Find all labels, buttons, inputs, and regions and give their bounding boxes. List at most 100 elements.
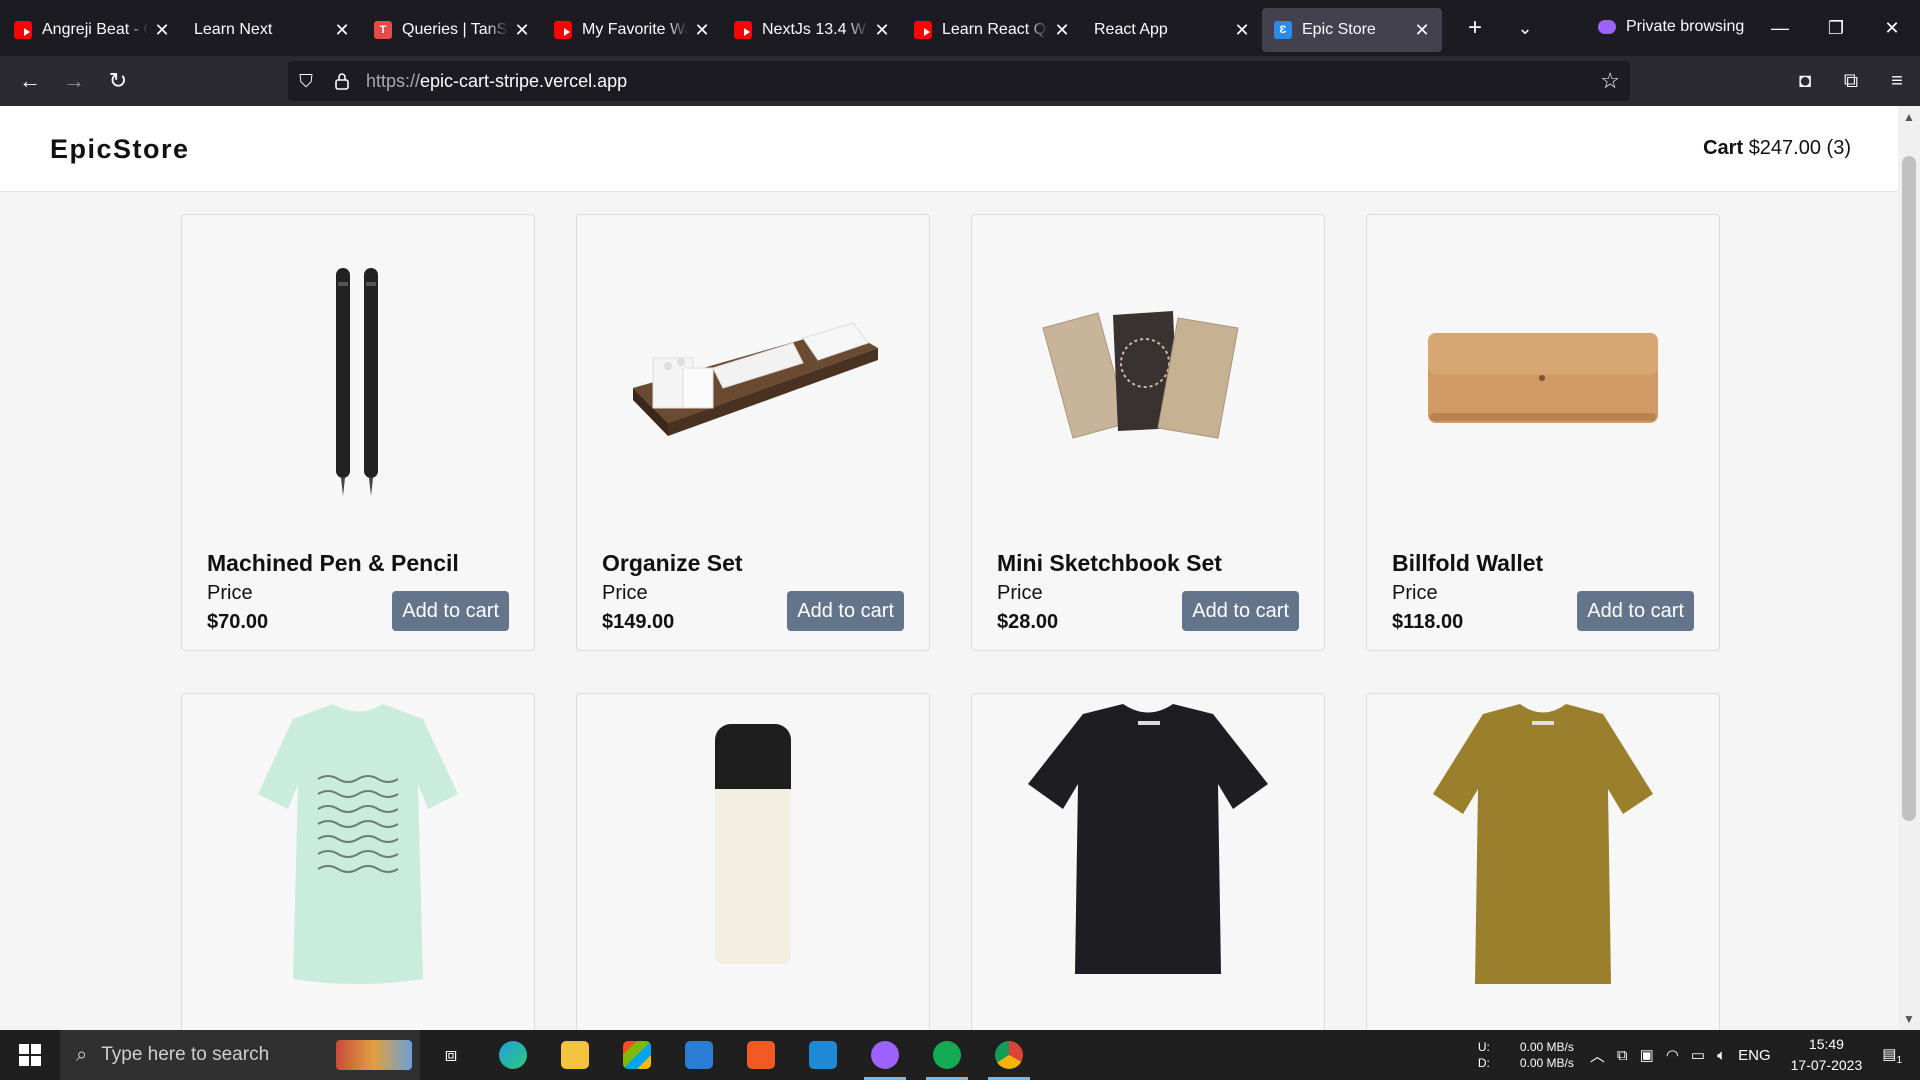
microsoft-store-icon[interactable] xyxy=(606,1030,668,1080)
pen-pencil-image xyxy=(182,215,534,540)
site-logo[interactable]: EpicStore xyxy=(50,134,190,165)
add-to-cart-button[interactable]: Add to cart xyxy=(1577,591,1694,631)
add-to-cart-button[interactable]: Add to cart xyxy=(1182,591,1299,631)
extensions-icon[interactable]: ⧉ xyxy=(1828,70,1874,93)
product-price: $28.00 xyxy=(997,611,1059,633)
close-tab-icon[interactable]: ✕ xyxy=(1414,20,1430,41)
clock-time: 15:49 xyxy=(1808,1036,1844,1052)
tab-learn-react-query[interactable]: Learn React Que ✕ xyxy=(902,8,1082,52)
private-browsing-indicator: Private browsing xyxy=(1598,18,1744,36)
minimize-icon[interactable]: — xyxy=(1752,0,1808,56)
tab-epic-store[interactable]: Ɛ Epic Store ✕ xyxy=(1262,8,1442,52)
net-down: 0.00 MB/s xyxy=(1519,1056,1574,1070)
url-protocol: https:// xyxy=(366,70,421,91)
close-tab-icon[interactable]: ✕ xyxy=(154,20,170,41)
volume-icon[interactable]: 🔈︎ xyxy=(1717,1047,1726,1064)
product-name[interactable]: Machined Pen & Pencil xyxy=(207,550,459,577)
scrollbar-thumb[interactable] xyxy=(1902,156,1916,821)
price-label: Price xyxy=(1392,582,1438,604)
youtube-icon xyxy=(554,21,572,39)
scroll-down-icon[interactable]: ▼ xyxy=(1898,1012,1920,1026)
menu-icon[interactable]: ≡ xyxy=(1874,70,1920,93)
olive-tshirt-image xyxy=(1367,694,1719,994)
cart-label: Cart xyxy=(1703,137,1744,159)
chevron-up-icon[interactable]: ︿ xyxy=(1590,1045,1605,1066)
organizer-image xyxy=(577,215,929,540)
tab-title: NextJs 13.4 With xyxy=(762,21,868,38)
mail-icon[interactable] xyxy=(668,1030,730,1080)
brave-icon[interactable] xyxy=(730,1030,792,1080)
close-tab-icon[interactable]: ✕ xyxy=(1234,20,1250,41)
close-window-icon[interactable]: ✕ xyxy=(1864,0,1920,56)
bookmark-star-icon[interactable]: ☆ xyxy=(1600,68,1620,94)
address-bar[interactable]: ⛉ https://epic-cart-stripe.vercel.app ☆ xyxy=(288,61,1630,101)
vscode-icon[interactable] xyxy=(792,1030,854,1080)
youtube-icon xyxy=(734,21,752,39)
new-tab-icon[interactable]: + xyxy=(1450,14,1500,42)
language-indicator[interactable]: ENG xyxy=(1738,1047,1771,1064)
close-tab-icon[interactable]: ✕ xyxy=(1054,20,1070,41)
youtube-icon xyxy=(14,21,32,39)
private-mask-icon xyxy=(1598,20,1616,34)
tab-learn-next[interactable]: Learn Next ✕ xyxy=(182,8,362,52)
windows-taskbar: ⌕ Type here to search ⧈ U: 0.00 MB/s D: … xyxy=(0,1030,1920,1080)
taskbar-search[interactable]: ⌕ Type here to search xyxy=(60,1030,420,1080)
tab-title: Epic Store xyxy=(1302,21,1376,38)
file-explorer-icon[interactable] xyxy=(544,1030,606,1080)
net-up-label: U: xyxy=(1477,1040,1490,1054)
tab-angreji-beat[interactable]: Angreji Beat - G ✕ xyxy=(2,8,182,52)
close-tab-icon[interactable]: ✕ xyxy=(514,20,530,41)
product-name[interactable]: Mini Sketchbook Set xyxy=(997,550,1222,577)
scroll-up-icon[interactable]: ▲ xyxy=(1898,110,1920,124)
reload-icon[interactable]: ↻ xyxy=(96,61,140,101)
product-name[interactable]: Organize Set xyxy=(602,550,743,577)
product-price: $118.00 xyxy=(1392,611,1464,633)
lock-icon[interactable] xyxy=(324,72,360,90)
page-scrollbar[interactable]: ▲ ▼ xyxy=(1898,106,1920,1030)
cart-summary[interactable]: Cart $247.00 (3) xyxy=(1703,137,1851,160)
tab-favorite-way[interactable]: My Favorite Way ✕ xyxy=(542,8,722,52)
back-icon[interactable]: ← xyxy=(8,61,52,101)
price-label: Price xyxy=(207,582,253,604)
notification-icon[interactable]: ▤1 xyxy=(1882,1045,1902,1066)
chrome-icon[interactable] xyxy=(978,1030,1040,1080)
mongodb-compass-icon[interactable] xyxy=(916,1030,978,1080)
close-tab-icon[interactable]: ✕ xyxy=(334,20,350,41)
close-tab-icon[interactable]: ✕ xyxy=(874,20,890,41)
product-name[interactable]: Billfold Wallet xyxy=(1392,550,1543,577)
tab-react-app[interactable]: React App ✕ xyxy=(1082,8,1262,52)
add-to-cart-button[interactable]: Add to cart xyxy=(787,591,904,631)
url-text[interactable]: https://epic-cart-stripe.vercel.app xyxy=(366,71,627,92)
battery-icon[interactable]: ▭ xyxy=(1691,1046,1705,1064)
product-card xyxy=(971,693,1325,1030)
network-speed: U: 0.00 MB/s D: 0.00 MB/s xyxy=(1478,1039,1574,1071)
display-icon[interactable]: ▣ xyxy=(1640,1046,1654,1064)
search-highlight-icon xyxy=(336,1040,412,1070)
firefox-private-icon[interactable] xyxy=(854,1030,916,1080)
youtube-icon xyxy=(914,21,932,39)
clock[interactable]: 15:49 17-07-2023 xyxy=(1791,1034,1863,1076)
tanstack-icon: T xyxy=(374,21,392,39)
tab-tanstack-queries[interactable]: T Queries | TanSta ✕ xyxy=(362,8,542,52)
close-tab-icon[interactable]: ✕ xyxy=(694,20,710,41)
tab-nextjs[interactable]: NextJs 13.4 With ✕ xyxy=(722,8,902,52)
pocket-icon[interactable]: ◘ xyxy=(1782,70,1828,93)
forward-icon[interactable]: → xyxy=(52,61,96,101)
product-card xyxy=(576,693,930,1030)
task-view-icon[interactable]: ⧈ xyxy=(420,1030,482,1080)
wifi-icon[interactable]: ◠ xyxy=(1666,1046,1679,1064)
product-card: Mini Sketchbook Set Price $28.00 Add to … xyxy=(971,214,1325,651)
windows-start-icon[interactable] xyxy=(0,1030,60,1080)
tab-title: My Favorite Way xyxy=(582,21,688,38)
nav-bar: ← → ↻ ⛉ https://epic-cart-stripe.vercel.… xyxy=(0,56,1920,106)
restore-icon[interactable]: ❐ xyxy=(1808,0,1864,56)
site-header: EpicStore Cart $247.00 (3) xyxy=(0,106,1898,192)
wallet-image xyxy=(1367,215,1719,540)
shield-icon[interactable]: ⛉ xyxy=(288,71,324,92)
system-tray: U: 0.00 MB/s D: 0.00 MB/s ︿ ⧉ ▣ ◠ ▭ 🔈︎ E… xyxy=(1478,1030,1920,1080)
edge-icon[interactable] xyxy=(482,1030,544,1080)
meet-now-icon[interactable]: ⧉ xyxy=(1617,1047,1628,1064)
epic-store-icon: Ɛ xyxy=(1274,21,1292,39)
add-to-cart-button[interactable]: Add to cart xyxy=(392,591,509,631)
chevron-down-icon[interactable]: ⌄ xyxy=(1500,18,1550,39)
